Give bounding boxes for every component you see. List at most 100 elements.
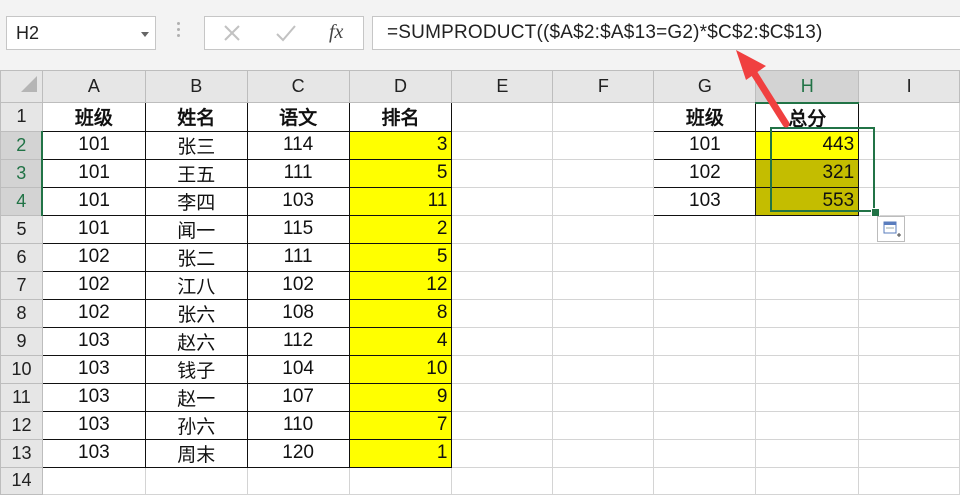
cell[interactable]: [451, 354, 554, 384]
cell[interactable]: [653, 382, 757, 412]
data-cell[interactable]: 103: [41, 410, 146, 440]
data-cell[interactable]: 赵六: [144, 326, 248, 356]
name-box[interactable]: H2: [6, 16, 156, 50]
data-cell[interactable]: 102: [41, 298, 146, 328]
data-cell[interactable]: 1: [348, 438, 453, 468]
row-header-12[interactable]: 12: [0, 410, 43, 440]
insert-function-button[interactable]: fx: [313, 17, 363, 49]
cell[interactable]: [755, 242, 860, 272]
chevron-down-icon[interactable]: [141, 32, 149, 37]
data-cell[interactable]: 103: [653, 186, 757, 216]
data-cell[interactable]: 112: [246, 326, 350, 356]
column-header-i[interactable]: I: [858, 70, 960, 103]
cell[interactable]: [552, 186, 655, 216]
data-cell[interactable]: 张三: [144, 130, 248, 160]
data-cell[interactable]: 102: [41, 242, 146, 272]
row-header-14[interactable]: 14: [0, 466, 43, 495]
row-header-5[interactable]: 5: [0, 214, 43, 244]
column-header-g[interactable]: G: [653, 70, 757, 103]
cancel-button[interactable]: [207, 17, 257, 49]
data-cell[interactable]: 钱子: [144, 354, 248, 384]
data-cell[interactable]: 103: [246, 186, 350, 216]
cell[interactable]: [858, 382, 960, 412]
row-header-6[interactable]: 6: [0, 242, 43, 272]
row-header-13[interactable]: 13: [0, 438, 43, 468]
column-header-h[interactable]: H: [755, 70, 860, 104]
cell[interactable]: [552, 130, 655, 160]
data-cell[interactable]: 103: [41, 354, 146, 384]
cell[interactable]: [451, 242, 554, 272]
cell[interactable]: [755, 466, 860, 495]
cell[interactable]: [451, 466, 554, 495]
cell[interactable]: [451, 438, 554, 468]
data-cell[interactable]: 553: [755, 186, 860, 216]
data-cell[interactable]: 5: [348, 158, 453, 188]
row-header-1[interactable]: 1: [0, 102, 43, 132]
select-all-corner[interactable]: [0, 70, 43, 103]
cell[interactable]: [552, 354, 655, 384]
data-cell[interactable]: 10: [348, 354, 453, 384]
formula-input[interactable]: =SUMPRODUCT(($A$2:$A$13=G2)*$C$2:$C$13): [372, 16, 960, 50]
cell[interactable]: [552, 438, 655, 468]
cell[interactable]: [451, 214, 554, 244]
header-cell[interactable]: 总分: [755, 102, 860, 132]
cell[interactable]: [858, 326, 960, 356]
data-cell[interactable]: 2: [348, 214, 453, 244]
data-cell[interactable]: 104: [246, 354, 350, 384]
cell[interactable]: [552, 102, 655, 132]
cell[interactable]: [451, 130, 554, 160]
data-cell[interactable]: 张二: [144, 242, 248, 272]
cell[interactable]: [552, 158, 655, 188]
data-cell[interactable]: 9: [348, 382, 453, 412]
row-header-8[interactable]: 8: [0, 298, 43, 328]
cell[interactable]: [755, 382, 860, 412]
cell[interactable]: [653, 410, 757, 440]
header-cell[interactable]: 语文: [246, 102, 350, 132]
cell[interactable]: [552, 214, 655, 244]
data-cell[interactable]: 张六: [144, 298, 248, 328]
data-cell[interactable]: 5: [348, 242, 453, 272]
row-header-10[interactable]: 10: [0, 354, 43, 384]
data-cell[interactable]: 107: [246, 382, 350, 412]
cell[interactable]: [451, 270, 554, 300]
cell[interactable]: [858, 102, 960, 132]
cell[interactable]: [858, 438, 960, 468]
data-cell[interactable]: 111: [246, 158, 350, 188]
cell[interactable]: [755, 438, 860, 468]
column-header-c[interactable]: C: [246, 70, 350, 103]
data-cell[interactable]: 103: [41, 326, 146, 356]
data-cell[interactable]: 115: [246, 214, 350, 244]
data-cell[interactable]: 8: [348, 298, 453, 328]
data-cell[interactable]: 114: [246, 130, 350, 160]
cell[interactable]: [755, 326, 860, 356]
cell[interactable]: [858, 354, 960, 384]
cell[interactable]: [451, 158, 554, 188]
row-header-11[interactable]: 11: [0, 382, 43, 412]
cell[interactable]: [858, 298, 960, 328]
cell[interactable]: [653, 270, 757, 300]
cell[interactable]: [755, 410, 860, 440]
data-cell[interactable]: 3: [348, 130, 453, 160]
cell[interactable]: [451, 326, 554, 356]
cell[interactable]: [858, 214, 960, 244]
enter-button[interactable]: [261, 17, 311, 49]
header-cell[interactable]: 班级: [41, 102, 146, 132]
cell[interactable]: [552, 410, 655, 440]
data-cell[interactable]: 101: [41, 130, 146, 160]
cell[interactable]: [858, 158, 960, 188]
cell[interactable]: [755, 354, 860, 384]
column-header-b[interactable]: B: [144, 70, 248, 103]
cell[interactable]: [653, 466, 757, 495]
data-cell[interactable]: 江八: [144, 270, 248, 300]
cell[interactable]: [755, 214, 860, 244]
data-cell[interactable]: 孙六: [144, 410, 248, 440]
header-cell[interactable]: 排名: [348, 102, 453, 132]
data-cell[interactable]: 4: [348, 326, 453, 356]
cell[interactable]: [858, 410, 960, 440]
cell[interactable]: [348, 466, 453, 495]
data-cell[interactable]: 闻一: [144, 214, 248, 244]
drag-grip-icon[interactable]: [176, 22, 182, 44]
cell[interactable]: [755, 270, 860, 300]
cell[interactable]: [552, 298, 655, 328]
cell[interactable]: [653, 214, 757, 244]
